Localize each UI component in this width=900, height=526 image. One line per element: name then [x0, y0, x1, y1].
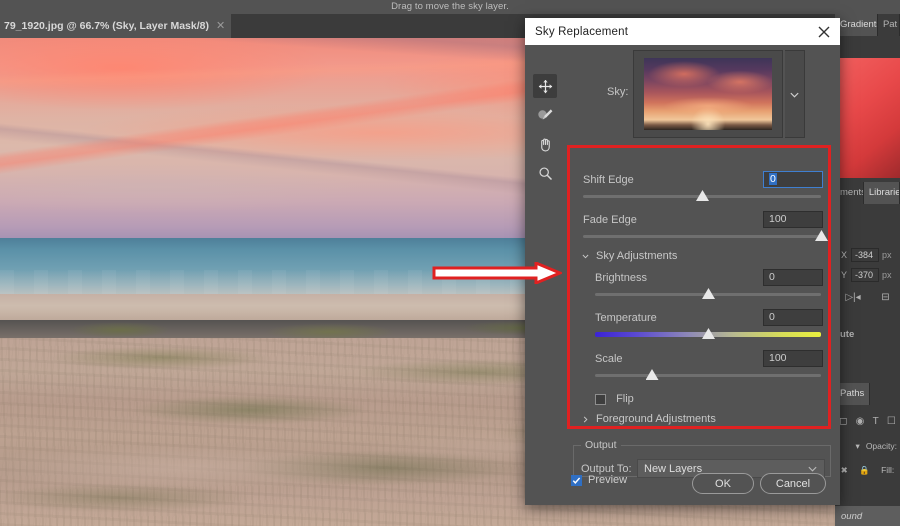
- check-icon: [572, 476, 581, 484]
- photoshop-workspace: Drag to move the sky layer. 79_1920.jpg …: [0, 0, 900, 526]
- chevron-down-icon: [582, 254, 589, 258]
- sky-preset-preview[interactable]: [633, 50, 783, 138]
- foreground-adjustments-header[interactable]: Foreground Adjustments: [581, 413, 716, 425]
- preview-checkbox[interactable]: [571, 474, 582, 486]
- flip-checkbox[interactable]: [595, 393, 606, 405]
- link-layers-icon[interactable]: ◻: [839, 416, 847, 427]
- scale-input[interactable]: 100: [763, 350, 823, 367]
- lock-transparency-icon[interactable]: ✖: [841, 465, 848, 476]
- property-x-input[interactable]: -384: [851, 247, 879, 262]
- fade-edge-slider-thumb[interactable]: [815, 230, 828, 241]
- sky-adjustments-header[interactable]: Sky Adjustments: [581, 250, 677, 262]
- sky-brush-tool[interactable]: [533, 103, 557, 127]
- brush-icon: [538, 109, 553, 120]
- align-distribute-icons[interactable]: ▷|◂ ⊟: [835, 288, 900, 306]
- document-tab[interactable]: 79_1920.jpg @ 66.7% (Sky, Layer Mask/8) …: [0, 14, 232, 38]
- dialog-title: Sky Replacement: [535, 25, 629, 38]
- foreground-adjustments-title: Foreground Adjustments: [596, 413, 716, 425]
- shift-edge-label: Shift Edge: [583, 174, 634, 186]
- hand-icon: [540, 138, 550, 151]
- shift-edge-input[interactable]: 0: [763, 171, 823, 188]
- tab-libraries[interactable]: Libraries: [863, 182, 900, 204]
- align-horizontal-icon[interactable]: ▷|◂: [845, 292, 860, 303]
- ok-button[interactable]: OK: [692, 473, 754, 494]
- sky-preset-dropdown-button[interactable]: [785, 50, 805, 138]
- property-y-input[interactable]: -370: [851, 267, 879, 282]
- layer-style-icons[interactable]: ◻ ◉ T ☐: [835, 412, 900, 430]
- sky-adjustments-title: Sky Adjustments: [596, 250, 678, 262]
- chevron-right-icon: [583, 416, 588, 422]
- preview-toggle[interactable]: Preview: [571, 474, 627, 486]
- property-x-unit: px: [882, 249, 892, 260]
- temperature-label: Temperature: [595, 312, 657, 324]
- layer-style-icon[interactable]: ◉: [856, 416, 865, 427]
- scale-slider[interactable]: [595, 369, 821, 380]
- panel-tabs-paths: Paths: [835, 383, 900, 405]
- shift-edge-slider-thumb[interactable]: [696, 190, 709, 201]
- lock-all-icon[interactable]: 🔒: [859, 465, 870, 476]
- sky-preset-thumbnail: [644, 58, 772, 130]
- panel-tabs-adjustments: ments Libraries: [835, 182, 900, 204]
- output-to-value: New Layers: [644, 462, 703, 475]
- new-group-icon[interactable]: ☐: [887, 416, 896, 427]
- temperature-input[interactable]: 0: [763, 309, 823, 326]
- text-layer-icon[interactable]: T: [873, 416, 879, 427]
- panel-label-distribute: ute: [835, 324, 900, 346]
- layer-opacity-row: ▾ Opacity:: [835, 438, 900, 454]
- cancel-button[interactable]: Cancel: [760, 473, 826, 494]
- layer-opacity-label: Opacity:: [865, 441, 897, 451]
- scale-label: Scale: [595, 353, 623, 365]
- fade-edge-slider[interactable]: [583, 230, 828, 241]
- panel-tabs-gradients: Gradients Pat: [835, 14, 900, 36]
- layer-fill-label: Fill:: [881, 465, 895, 475]
- brightness-input[interactable]: 0: [763, 269, 823, 286]
- sky-controls-group: Shift Edge 0 Fade Edge 100 Sky Adjustmen…: [573, 145, 831, 437]
- status-hint-text: Drag to move the sky layer.: [391, 1, 509, 12]
- document-tab-label: 79_1920.jpg @ 66.7% (Sky, Layer Mask/8): [4, 20, 209, 32]
- property-y-unit: px: [882, 269, 892, 280]
- blend-mode-chevron-icon[interactable]: ▾: [856, 441, 860, 452]
- output-group-label: Output: [581, 439, 621, 451]
- close-icon[interactable]: [816, 24, 832, 40]
- move-icon: [538, 79, 552, 93]
- sky-label: Sky:: [607, 86, 629, 98]
- fade-edge-label: Fade Edge: [583, 214, 637, 226]
- arrow-right-icon: [432, 262, 562, 284]
- fade-edge-input[interactable]: 100: [763, 211, 823, 228]
- brightness-label: Brightness: [595, 272, 647, 284]
- move-tool[interactable]: [533, 74, 557, 98]
- sky-replacement-dialog: Sky Replacement Sky: Shift Edge 0 Fade E…: [525, 18, 840, 505]
- hand-tool[interactable]: [533, 132, 557, 156]
- gradient-swatch[interactable]: [835, 58, 900, 178]
- temperature-slider[interactable]: [595, 328, 821, 339]
- magnifier-icon: [538, 166, 552, 180]
- property-x: X -384 px: [835, 246, 900, 263]
- brightness-slider[interactable]: [595, 288, 821, 299]
- property-y: Y -370 px: [835, 266, 900, 283]
- right-panel-dock: Gradients Pat ments Libraries X -384 px …: [835, 14, 900, 526]
- brightness-slider-thumb[interactable]: [702, 288, 715, 299]
- close-icon[interactable]: ✕: [216, 20, 225, 32]
- tab-gradients[interactable]: Gradients: [835, 14, 878, 36]
- flip-label: Flip: [616, 393, 634, 406]
- layer-name-label: ound: [841, 510, 863, 522]
- temperature-slider-thumb[interactable]: [702, 328, 715, 339]
- sky-selector-row: Sky:: [573, 50, 831, 138]
- shift-edge-slider[interactable]: [583, 190, 821, 201]
- tab-paths[interactable]: Paths: [835, 383, 871, 405]
- distribute-vertical-icon[interactable]: ⊟: [881, 292, 889, 303]
- status-strip: Drag to move the sky layer.: [0, 0, 900, 14]
- zoom-tool[interactable]: [533, 161, 557, 185]
- dialog-title-bar[interactable]: Sky Replacement: [525, 18, 840, 45]
- control-flip[interactable]: Flip: [595, 393, 795, 405]
- tab-patterns[interactable]: Pat: [877, 14, 900, 36]
- scale-slider-thumb[interactable]: [645, 369, 659, 380]
- chevron-down-icon: [790, 92, 799, 98]
- layer-item-background[interactable]: ound: [835, 506, 900, 526]
- preview-label: Preview: [588, 474, 628, 486]
- layer-lock-row: ✖ 🔒 Fill:: [835, 462, 900, 478]
